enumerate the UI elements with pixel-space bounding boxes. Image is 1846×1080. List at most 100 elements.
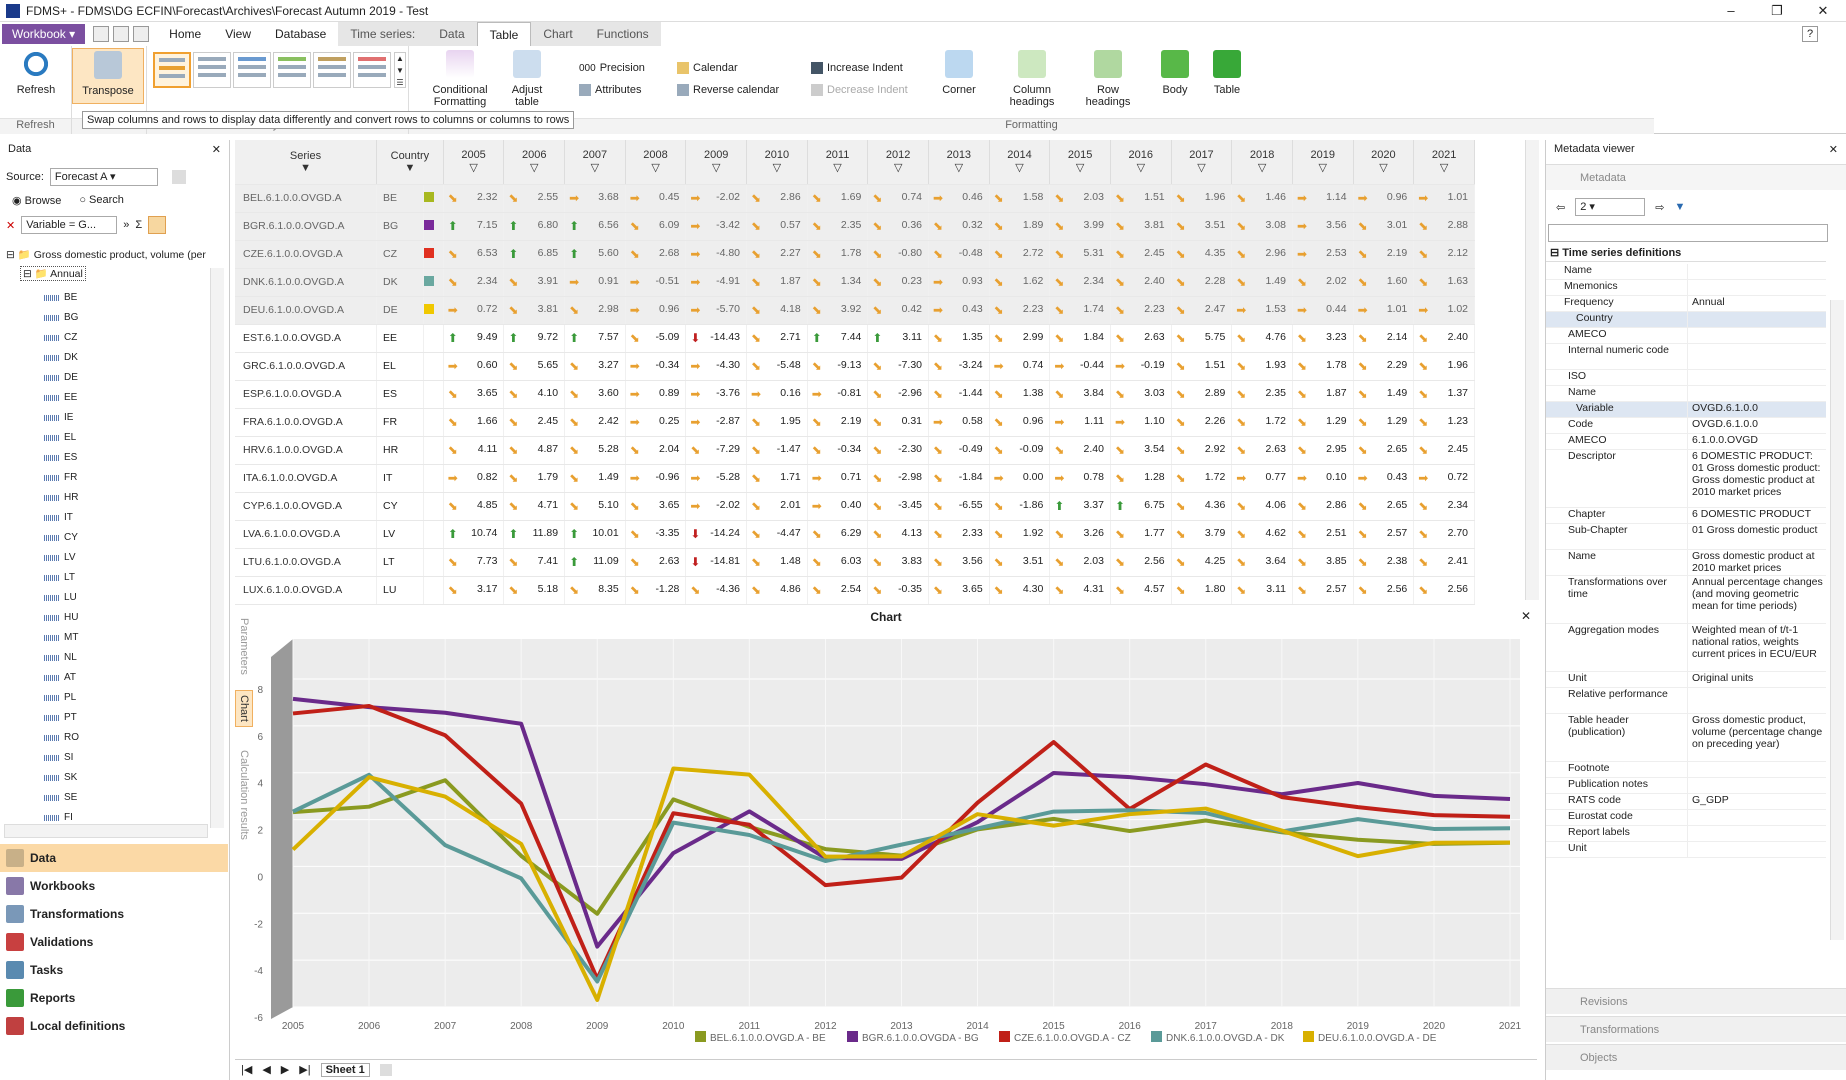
tree-item[interactable]: FR xyxy=(44,468,77,488)
save-icon[interactable] xyxy=(93,26,110,42)
column-filter-icon[interactable]: ▽ xyxy=(469,162,477,174)
table-row[interactable]: FRA.6.1.0.0.OVGD.A FR ⬊ 1.66 ⬊ 2.45 ⬊ 2.42 ➡ 0.25… xyxy=(235,408,1475,437)
nav-item-transformations[interactable]: Transformations xyxy=(0,900,228,928)
metadata-row[interactable]: Country xyxy=(1546,312,1826,328)
value-cell[interactable]: ⬊ 8.35 xyxy=(564,576,626,605)
minimize-icon[interactable]: – xyxy=(1708,0,1754,22)
conditional-formatting-button[interactable]: Conditional Formatting xyxy=(429,50,491,108)
metadata-row[interactable]: Transformations over time Annual percenta… xyxy=(1546,576,1826,624)
value-cell[interactable]: ⬊ 0.23 xyxy=(867,268,929,297)
value-cell[interactable]: ⬊ 3.26 xyxy=(1049,520,1111,549)
preview-icon[interactable] xyxy=(133,26,150,42)
tree-item[interactable]: AT xyxy=(44,668,76,688)
metadata-row[interactable]: Report labels xyxy=(1546,826,1826,842)
value-cell[interactable]: ⬊ -6.55 xyxy=(928,492,990,521)
filter-icon[interactable] xyxy=(148,216,167,234)
value-cell[interactable]: ⬊ 2.99 xyxy=(989,324,1051,353)
value-cell[interactable]: ⬊ 2.96 xyxy=(1231,240,1293,269)
tree-item[interactable]: RO xyxy=(44,728,79,748)
value-cell[interactable]: ➡ 0.96 xyxy=(1353,184,1415,213)
value-cell[interactable]: ⬊ 1.23 xyxy=(1413,408,1475,437)
value-cell[interactable]: ⬊ 3.85 xyxy=(1292,548,1354,577)
value-cell[interactable]: ⬊ 3.51 xyxy=(1171,212,1233,241)
value-cell[interactable]: ⬊ 6.29 xyxy=(807,520,869,549)
value-cell[interactable]: ⬊ 1.95 xyxy=(746,408,808,437)
column-filter-icon[interactable]: ▽ xyxy=(1379,162,1387,174)
style-4-button[interactable] xyxy=(273,52,311,88)
value-cell[interactable]: ⬊ 1.89 xyxy=(989,212,1051,241)
value-cell[interactable]: ⬊ 4.87 xyxy=(503,436,566,465)
value-cell[interactable]: ⬆ 11.89 xyxy=(503,520,566,549)
tree-item[interactable]: MT xyxy=(44,628,78,648)
nav-item-local-definitions[interactable]: Local definitions xyxy=(0,1012,228,1040)
value-cell[interactable]: ⬊ 1.63 xyxy=(1413,268,1475,297)
value-cell[interactable]: ⬊ 1.37 xyxy=(1413,380,1475,409)
value-cell[interactable]: ⬊ 4.31 xyxy=(1049,576,1111,605)
value-cell[interactable]: ⬊ 1.72 xyxy=(1231,408,1293,437)
variable-filter[interactable]: Variable = G... xyxy=(21,216,118,234)
search-radio[interactable]: ○ Search xyxy=(79,194,124,207)
value-cell[interactable]: ⬊ 2.65 xyxy=(1353,436,1415,465)
tree-item[interactable]: PT xyxy=(44,708,77,728)
value-cell[interactable]: ➡ 0.16 xyxy=(746,380,808,409)
table-row[interactable]: CYP.6.1.0.0.OVGD.A CY ⬊ 4.85 ⬊ 4.71 ⬊ 5.10 ⬊ 3.65… xyxy=(235,492,1475,521)
value-cell[interactable]: ⬊ 3.08 xyxy=(1231,212,1293,241)
styles-scroll-icon[interactable]: ▲ ▼ ☰ xyxy=(394,52,406,88)
column-filter-icon[interactable]: ▽ xyxy=(1440,162,1448,174)
metadata-row[interactable]: Internal numeric code xyxy=(1546,344,1826,370)
value-cell[interactable]: ➡ 0.43 xyxy=(928,296,990,325)
country-cell[interactable]: HR xyxy=(376,436,424,465)
increase-indent-button[interactable]: Increase Indent xyxy=(811,62,903,74)
value-cell[interactable]: ➡ -5.70 xyxy=(685,296,748,325)
country-cell[interactable]: EE xyxy=(376,324,424,353)
value-cell[interactable]: ⬊ 2.03 xyxy=(1049,548,1111,577)
value-cell[interactable]: ⬊ 0.31 xyxy=(867,408,929,437)
value-cell[interactable]: ➡ 0.46 xyxy=(928,184,990,213)
value-cell[interactable]: ⬆ 7.57 xyxy=(564,324,626,353)
value-cell[interactable]: ⬊ 3.81 xyxy=(1110,212,1172,241)
tab-functions[interactable]: Functions xyxy=(584,22,661,46)
value-cell[interactable]: ⬊ 2.88 xyxy=(1413,212,1475,241)
value-cell[interactable]: ⬊ 6.09 xyxy=(625,212,687,241)
column-filter-icon[interactable]: ▽ xyxy=(1076,162,1084,174)
parameters-tab[interactable]: Parameters xyxy=(238,618,250,675)
value-cell[interactable]: ⬊ 3.60 xyxy=(564,380,626,409)
metadata-row[interactable]: Name xyxy=(1546,386,1826,402)
value-cell[interactable]: ⬊ 2.35 xyxy=(1231,380,1293,409)
value-cell[interactable]: ⬊ 1.29 xyxy=(1292,408,1354,437)
sheet-first-icon[interactable]: |◀ xyxy=(241,1063,252,1076)
value-cell[interactable]: ⬆ 3.11 xyxy=(867,324,929,353)
value-cell[interactable]: ⬊ 4.85 xyxy=(443,492,505,521)
value-cell[interactable]: ⬊ 5.18 xyxy=(503,576,566,605)
decrease-indent-button[interactable]: Decrease Indent xyxy=(811,84,908,96)
value-cell[interactable]: ⬊ 1.34 xyxy=(807,268,869,297)
value-cell[interactable]: ➡ 0.93 xyxy=(928,268,990,297)
metadata-row[interactable]: Code OVGD.6.1.0.0 xyxy=(1546,418,1826,434)
help-icon[interactable]: ? xyxy=(1802,26,1818,42)
precision-button[interactable]: 000 Precision xyxy=(579,62,645,74)
tree-item[interactable]: EE xyxy=(44,388,77,408)
value-cell[interactable]: ➡ -0.81 xyxy=(807,380,869,409)
value-cell[interactable]: ⬆ 5.60 xyxy=(564,240,626,269)
table-row[interactable]: CZE.6.1.0.0.OVGD.A CZ ⬊ 6.53 ⬆ 6.85 ⬆ 5.60 ⬊ 2.68… xyxy=(235,240,1475,269)
value-cell[interactable]: ⬊ 4.18 xyxy=(746,296,808,325)
country-cell[interactable]: IT xyxy=(376,464,424,493)
value-cell[interactable]: ⬊ 3.65 xyxy=(443,380,505,409)
value-cell[interactable]: ➡ -4.30 xyxy=(685,352,748,381)
print-icon[interactable] xyxy=(113,26,130,42)
value-cell[interactable]: ⬊ 2.70 xyxy=(1413,520,1475,549)
nav-number-input[interactable]: 2 ▾ xyxy=(1575,198,1646,216)
metadata-row[interactable]: Publication notes xyxy=(1546,778,1826,794)
value-cell[interactable]: ⬊ 2.54 xyxy=(807,576,869,605)
value-cell[interactable]: ⬊ 2.26 xyxy=(1171,408,1233,437)
table-row[interactable]: BGR.6.1.0.0.OVGD.A BG ⬆ 7.15 ⬆ 6.80 ⬆ 6.56 ⬊ 6.09… xyxy=(235,212,1475,241)
refresh-button[interactable]: Refresh xyxy=(8,50,64,96)
metadata-search-input[interactable] xyxy=(1548,224,1828,242)
year-column-header[interactable]: 2008 ▽ xyxy=(625,140,687,185)
value-cell[interactable]: ⬊ 2.86 xyxy=(746,184,808,213)
panel-close-icon[interactable]: ✕ xyxy=(212,143,221,157)
country-cell[interactable]: LU xyxy=(376,576,424,605)
value-cell[interactable]: ⬊ -0.35 xyxy=(867,576,929,605)
value-cell[interactable]: ⬆ 10.01 xyxy=(564,520,626,549)
value-cell[interactable]: ⬊ 2.45 xyxy=(503,408,566,437)
